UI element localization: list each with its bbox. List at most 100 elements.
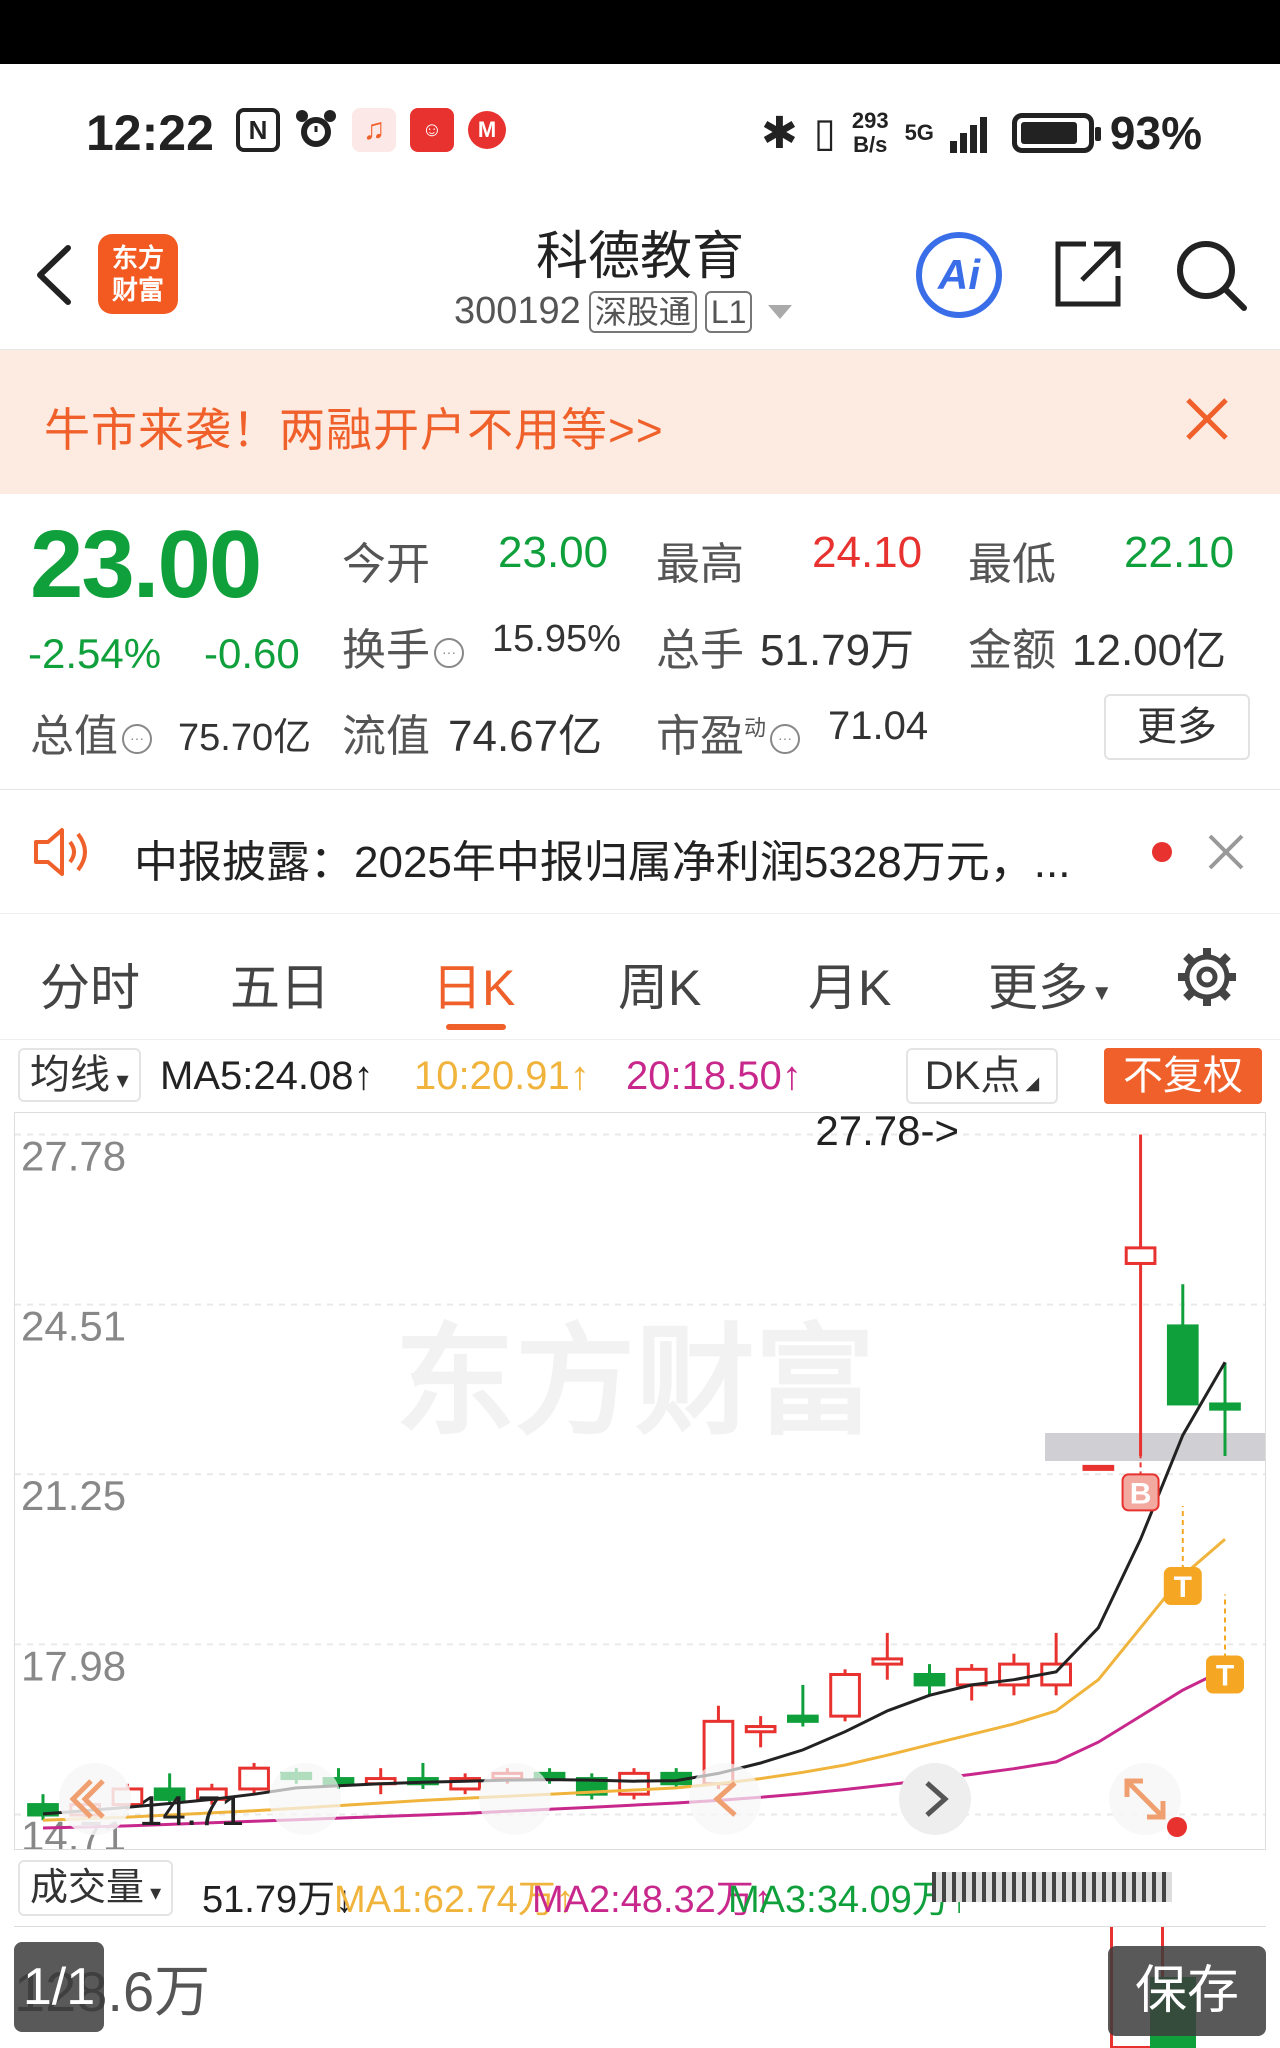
ma20-value: 20:18.50↑ bbox=[626, 1054, 802, 1098]
candle-body bbox=[238, 1766, 270, 1791]
mktcap-value: 75.70亿 bbox=[178, 717, 312, 759]
candle-body bbox=[913, 1673, 946, 1687]
turnover-value: 15.95% bbox=[492, 618, 621, 660]
ma-type-select[interactable]: 均线 ▾ bbox=[18, 1048, 141, 1102]
close-icon[interactable] bbox=[1206, 832, 1246, 872]
price-band bbox=[1045, 1433, 1265, 1461]
share-icon[interactable] bbox=[1052, 238, 1124, 310]
step-right-button[interactable] bbox=[899, 1763, 971, 1835]
kline-chart[interactable]: 东方财富 27.78 24.51 21.25 17.98 14.71 B T T 27.78… bbox=[14, 1112, 1266, 1850]
close-icon[interactable] bbox=[1182, 394, 1232, 444]
gear-icon[interactable] bbox=[1176, 946, 1238, 1008]
candles bbox=[27, 1134, 1241, 1821]
corner-caret-icon: ◢ bbox=[1020, 1073, 1040, 1093]
ai-assistant-icon[interactable]: Ai bbox=[916, 232, 1002, 318]
search-icon[interactable] bbox=[1172, 236, 1248, 312]
step-left-button[interactable] bbox=[689, 1763, 761, 1835]
tab-more[interactable]: 更多 ▾ bbox=[988, 948, 1108, 1020]
candle-body bbox=[1209, 1402, 1241, 1411]
level-tag: L1 bbox=[704, 290, 753, 333]
candle-body bbox=[1166, 1324, 1199, 1406]
fullscreen-button[interactable] bbox=[1109, 1763, 1187, 1837]
volume-chart[interactable]: 128.6万 bbox=[14, 1926, 1266, 2048]
scroll-left-button[interactable] bbox=[59, 1763, 131, 1835]
tab-intraday[interactable]: 分时 bbox=[40, 948, 140, 1020]
battery-percent: 93% bbox=[1109, 107, 1202, 159]
news-ticker[interactable]: 中报披露：2025年中报归属净利润5328万元，... bbox=[0, 790, 1280, 914]
dk-point-button[interactable]: DK点 ◢ bbox=[906, 1048, 1058, 1104]
zoom-in-button[interactable] bbox=[479, 1763, 551, 1835]
chevron-down-icon bbox=[768, 304, 793, 319]
float-value: 74.67亿 bbox=[448, 712, 603, 761]
tab-monthly-k[interactable]: 月K bbox=[808, 948, 891, 1020]
marker-label: B bbox=[1130, 1477, 1152, 1510]
volume-value: 51.79万 bbox=[760, 626, 915, 675]
tab-weekly-k[interactable]: 周K bbox=[618, 948, 701, 1020]
blurred-extra-indicators bbox=[932, 1872, 1172, 1902]
news-headline[interactable]: 中报披露：2025年中报归属净利润5328万元，... bbox=[134, 826, 1070, 890]
alarm-icon bbox=[294, 108, 338, 152]
app-red-icon: ☺ bbox=[410, 108, 454, 152]
network-type: 5G bbox=[904, 120, 934, 145]
y-tick-label: 21.25 bbox=[21, 1472, 126, 1519]
kline-svg[interactable]: 东方财富 27.78 24.51 21.25 17.98 14.71 B T T 27.78… bbox=[15, 1113, 1266, 1850]
page-indicator: 1/1 bbox=[14, 1942, 104, 2032]
float-label: 流值 bbox=[342, 712, 430, 761]
pe-value: 71.04 bbox=[828, 704, 929, 748]
save-button[interactable]: 保存 bbox=[1108, 1946, 1266, 2036]
stock-code: 300192 bbox=[454, 290, 581, 332]
max-price-label: 27.78-> bbox=[815, 1113, 959, 1154]
music-icon: ♫ bbox=[352, 108, 396, 152]
open-value: 23.00 bbox=[498, 528, 609, 577]
promo-text[interactable]: 牛市来袭！两融开户不用等>> bbox=[44, 394, 664, 460]
caret-down-icon: ▾ bbox=[144, 1880, 162, 1905]
status-notification-icons: N ♫ ☺ M bbox=[236, 108, 506, 152]
stock-header: 东方 财富 科德教育 300192 深股通 L1 Ai bbox=[0, 204, 1280, 350]
battery-icon bbox=[1011, 113, 1101, 153]
promo-banner[interactable]: 牛市来袭！两融开户不用等>> bbox=[0, 350, 1280, 494]
adjustment-button[interactable]: 不复权 bbox=[1104, 1048, 1262, 1104]
indicator-select[interactable]: 成交量 ▾ bbox=[18, 1860, 174, 1916]
status-system-icons: ✱ ▯ 293 B/s 5G 93% bbox=[761, 106, 1202, 160]
info-icon: ··· bbox=[122, 724, 152, 755]
amount-value: 12.00亿 bbox=[1072, 626, 1227, 675]
candle-body bbox=[1124, 1246, 1157, 1265]
y-axis-ticks: 27.7824.5121.2517.9814.71 bbox=[21, 1132, 126, 1849]
candle-body bbox=[744, 1725, 777, 1734]
bluetooth-icon: ✱ bbox=[760, 108, 798, 158]
y-tick-label: 27.78 bbox=[21, 1132, 126, 1179]
ma10-value: 10:20.91↑ bbox=[414, 1054, 590, 1098]
pe-label[interactable]: 市盈动 ··· bbox=[656, 700, 801, 764]
tab-five-day[interactable]: 五日 bbox=[230, 948, 330, 1020]
more-button[interactable]: 更多 bbox=[1104, 694, 1250, 760]
active-tab-indicator bbox=[446, 1024, 506, 1030]
candle-body bbox=[871, 1657, 904, 1666]
change-amount: -0.60 bbox=[204, 630, 300, 677]
zoom-out-button[interactable] bbox=[269, 1763, 341, 1835]
net-speed: 293 B/s bbox=[851, 108, 889, 157]
tab-daily-k[interactable]: 日K bbox=[432, 948, 515, 1020]
vibrate-icon: ▯ bbox=[813, 111, 836, 155]
high-label: 最高 bbox=[656, 540, 744, 589]
amount-label: 金额 bbox=[968, 626, 1056, 675]
low-value: 22.10 bbox=[1124, 528, 1235, 577]
ma-legend-row: 均线 ▾ MA5:24.08↑ 10:20.91↑ 20:18.50↑ DK点 … bbox=[0, 1040, 1280, 1112]
y-tick-label: 17.98 bbox=[21, 1642, 126, 1689]
candle-body bbox=[829, 1673, 861, 1718]
connect-tag: 深股通 bbox=[588, 290, 697, 333]
high-value: 24.10 bbox=[812, 528, 923, 577]
turnover-label[interactable]: 换手 ··· bbox=[342, 614, 464, 678]
period-tabs: 分时 五日 日K 周K 月K 更多 ▾ bbox=[0, 914, 1280, 1040]
change-percent: -2.54% bbox=[28, 630, 162, 677]
volume-label: 总手 bbox=[656, 626, 744, 675]
ma5-value: MA5:24.08↑ bbox=[160, 1054, 374, 1098]
speaker-icon bbox=[34, 828, 87, 876]
caret-down-icon: ▾ bbox=[110, 1067, 129, 1094]
candle-body bbox=[787, 1714, 819, 1723]
low-label: 最低 bbox=[968, 540, 1056, 589]
info-icon: ··· bbox=[434, 638, 464, 669]
stock-code-row[interactable]: 300192 深股通 L1 bbox=[454, 290, 793, 333]
quote-panel: 23.00 -2.54% -0.60 今开 23.00 最高 24.10 最低 … bbox=[0, 494, 1280, 790]
chart-grid bbox=[15, 1133, 1265, 1816]
mktcap-label[interactable]: 总值 ··· bbox=[30, 700, 152, 764]
